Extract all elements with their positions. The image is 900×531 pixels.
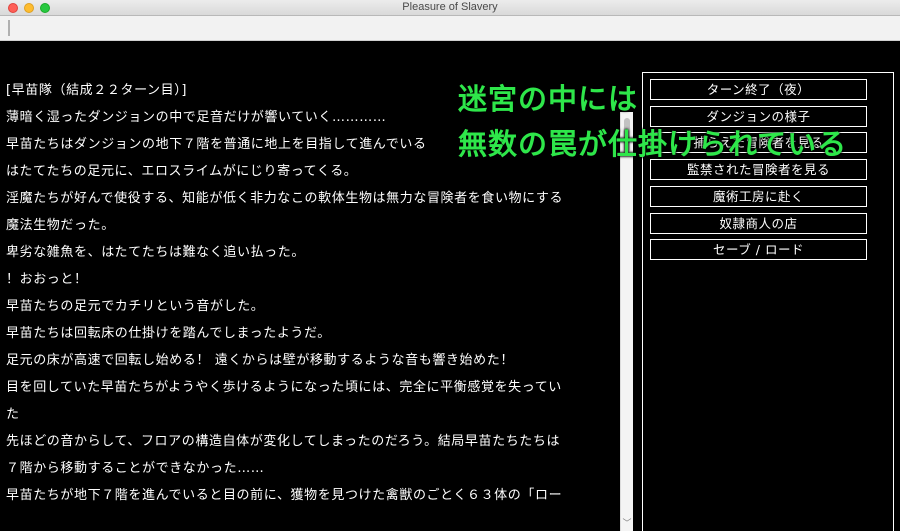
save-load-button[interactable]: セーブ / ロード [650, 239, 867, 261]
caption-line-2: 無数の罠が仕掛けられている [458, 127, 848, 161]
slave-merchant-button[interactable]: 奴隷商人の店 [650, 212, 867, 234]
end-turn-button[interactable]: ターン終了（夜） [650, 79, 867, 100]
toolbar-caret [8, 20, 10, 36]
log-line: 早苗たちは回転床の仕掛けを踏んでしまったようだ。 [6, 326, 331, 341]
caption-line-1: 迷宮の中には [458, 82, 639, 116]
log-line: 足元の床が高速で回転し始める！ 遠くからは壁が移動するような音も響き始めた！ [6, 353, 514, 368]
log-line: た [6, 407, 20, 422]
message-log-scrollbar[interactable]: ﹀ [620, 112, 633, 531]
window-titlebar: Pleasure of Slavery [0, 0, 900, 16]
log-line: ７階から移動することができなかった…… [6, 461, 265, 476]
window-title: Pleasure of Slavery [402, 1, 498, 13]
log-line: 魔法生物だった。 [6, 218, 115, 233]
toolbar [0, 16, 900, 41]
log-line: 早苗たちの足元でカチリという音がした。 [6, 299, 265, 314]
log-line: 淫魔たちが好んで使役する、知能が低く非力なこの軟体生物は無力な冒険者を食い物にす… [6, 191, 564, 206]
log-line: 早苗たちが地下７階を進んでいると目の前に、獲物を見つけた禽獣のごとく６３体の「ロ… [6, 488, 563, 503]
log-line: 目を回していた早苗たちがようやく歩けるようになった頃には、完全に平衡感覚を失って… [6, 380, 562, 395]
log-line: 先ほどの音からして、フロアの構造自体が変化してしまったのだろう。結局早苗たちたち… [6, 434, 561, 449]
scroll-down-arrow-icon[interactable]: ﹀ [622, 519, 632, 529]
log-line: ！おおっと！ [6, 272, 88, 287]
magic-workshop-button[interactable]: 魔術工房に赴く [650, 185, 867, 207]
log-line: 卑劣な雑魚を、はたてたちは難なく追い払った。 [6, 245, 305, 260]
